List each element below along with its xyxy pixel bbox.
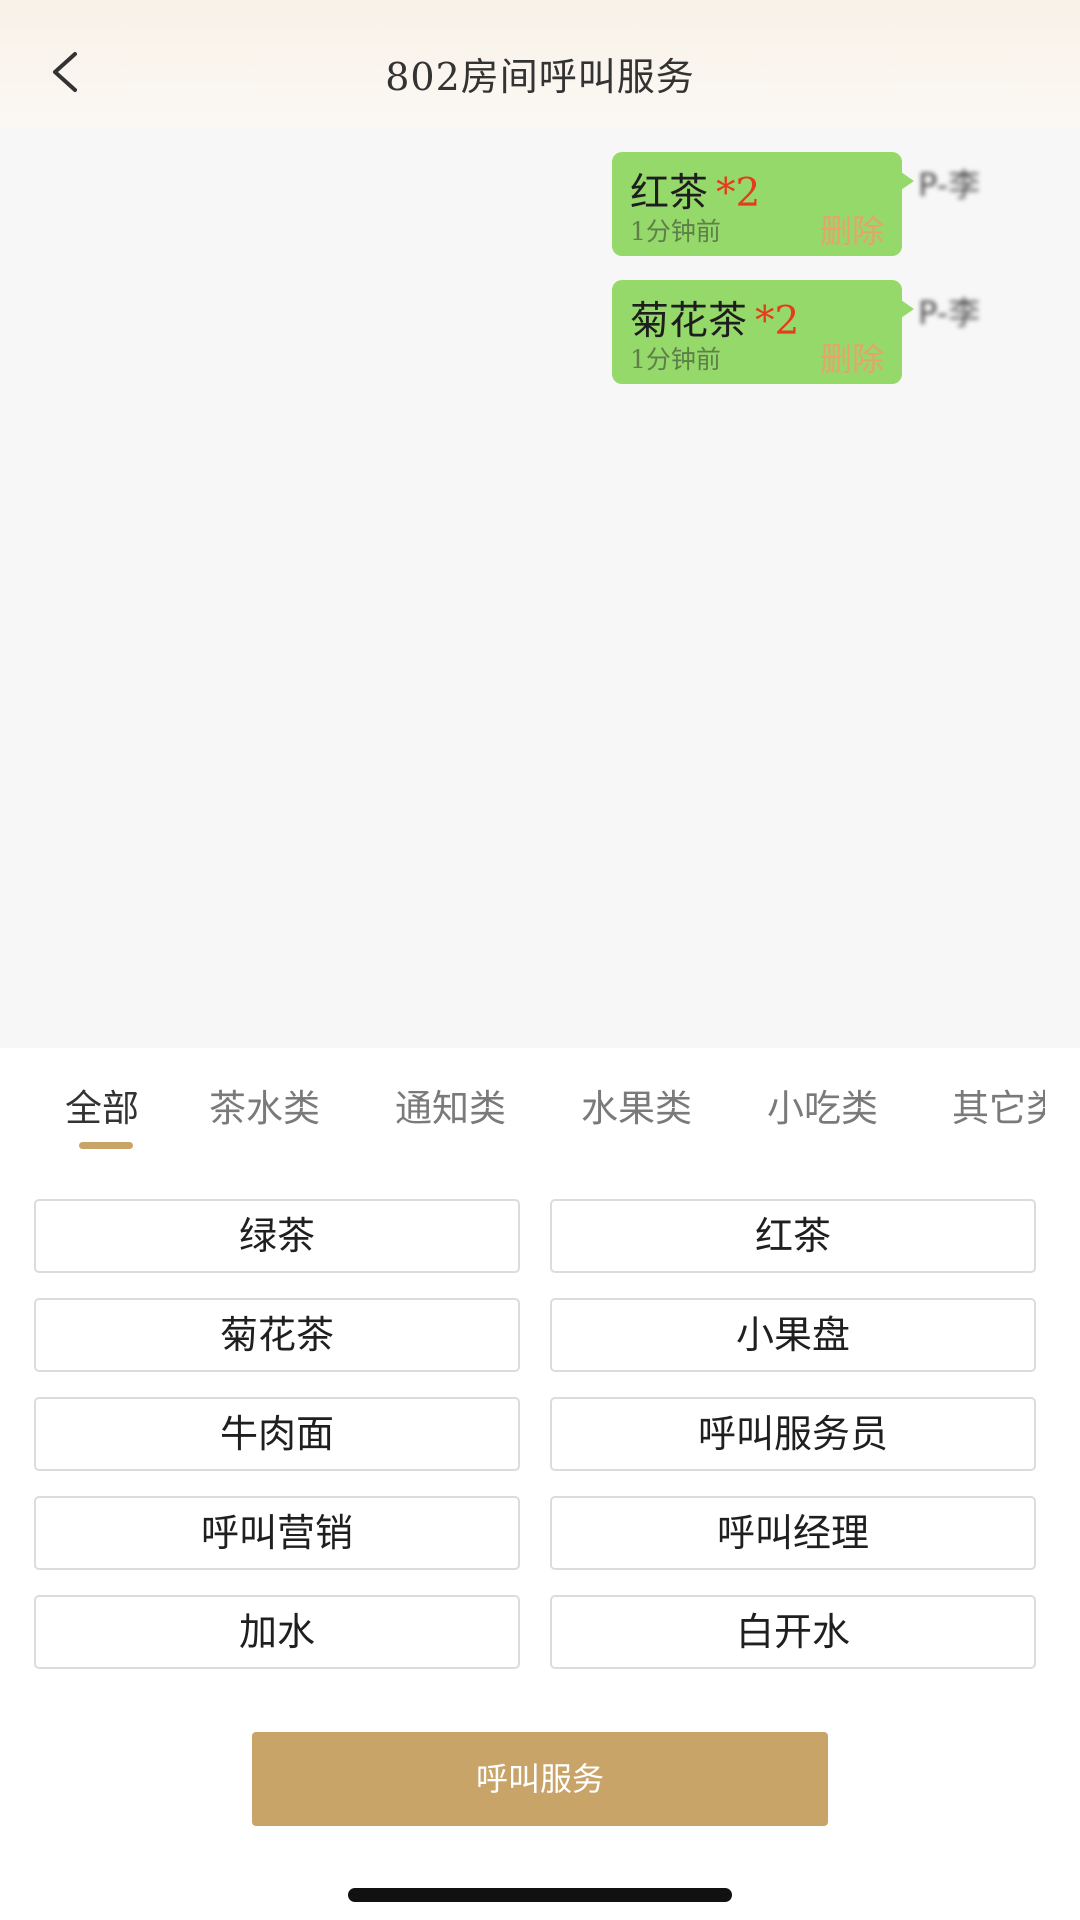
message-bubble: 菊花茶 *2 1分钟前 删除 (612, 280, 914, 384)
tab-other[interactable]: 其它类 (952, 1078, 1045, 1132)
sender-name: P-李 (918, 166, 981, 200)
call-service-button[interactable]: 呼叫服务 (252, 1732, 828, 1826)
option-button[interactable]: 红茶 (550, 1199, 1036, 1273)
item-quantity: *2 (716, 171, 761, 216)
item-quantity: *2 (755, 299, 800, 344)
sender-name: P-李 (918, 294, 981, 328)
delete-button[interactable]: 删除 (820, 334, 884, 380)
option-button[interactable]: 菊花茶 (34, 1298, 520, 1372)
category-tabs: 全部 茶水类 通知类 水果类 小吃类 其它类 (0, 1078, 1045, 1148)
message-time: 1分钟前 (630, 217, 721, 246)
message-time: 1分钟前 (630, 345, 721, 374)
item-name: 红茶 *2 (630, 171, 761, 216)
message-item: 菊花茶 *2 1分钟前 删除 P-李 (612, 280, 1012, 384)
message-bubble: 红茶 *2 1分钟前 删除 (612, 152, 914, 256)
active-tab-indicator (79, 1142, 133, 1149)
item-name: 菊花茶 *2 (630, 299, 800, 344)
page-title: 802房间呼叫服务 (385, 55, 695, 99)
tab-all[interactable]: 全部 (65, 1078, 139, 1132)
option-button[interactable]: 呼叫经理 (550, 1496, 1036, 1570)
tab-notice[interactable]: 通知类 (395, 1078, 506, 1132)
option-button[interactable]: 白开水 (550, 1595, 1036, 1669)
option-button[interactable]: 呼叫服务员 (550, 1397, 1036, 1471)
header: 802房间呼叫服务 (0, 0, 1080, 128)
home-indicator (348, 1888, 732, 1902)
screen: 802房间呼叫服务 红茶 *2 1分钟前 删除 P-李 菊花茶 *2 1分钟前 删除… (0, 0, 1080, 1920)
option-button[interactable]: 牛肉面 (34, 1397, 520, 1471)
option-button[interactable]: 绿茶 (34, 1199, 520, 1273)
option-button[interactable]: 小果盘 (550, 1298, 1036, 1372)
message-list: 红茶 *2 1分钟前 删除 P-李 菊花茶 *2 1分钟前 删除 P-李 (0, 128, 1080, 1048)
option-button[interactable]: 呼叫营销 (34, 1496, 520, 1570)
message-item: 红茶 *2 1分钟前 删除 P-李 (612, 152, 1012, 256)
tab-tea[interactable]: 茶水类 (209, 1078, 320, 1132)
tab-snack[interactable]: 小吃类 (767, 1078, 878, 1132)
tab-fruit[interactable]: 水果类 (581, 1078, 692, 1132)
delete-button[interactable]: 删除 (820, 206, 884, 252)
option-button[interactable]: 加水 (34, 1595, 520, 1669)
